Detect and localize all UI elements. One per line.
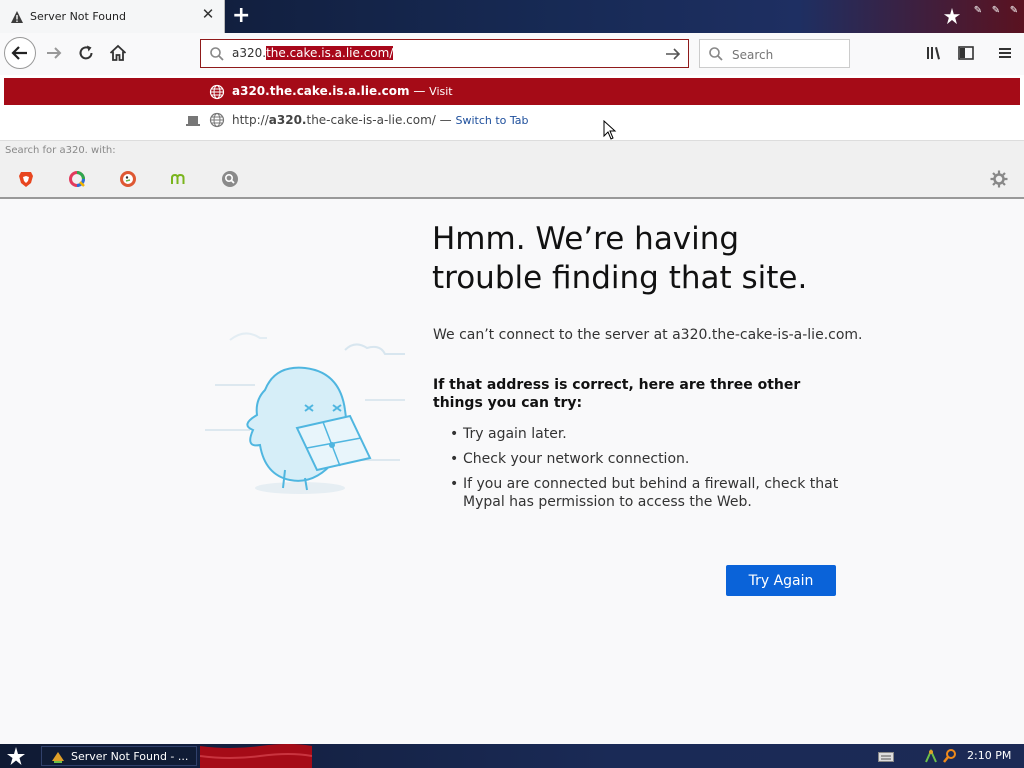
one-off-search-bar bbox=[0, 140, 1024, 197]
duckduckgo-icon[interactable] bbox=[118, 169, 138, 189]
list-item: • Check your network connection. bbox=[450, 451, 690, 467]
error-suggestions-heading: If that address is correct, here are thr… bbox=[433, 377, 801, 411]
globe-icon bbox=[209, 84, 225, 100]
url-text[interactable]: a320.the.cake.is.a.lie.com/ bbox=[232, 46, 394, 60]
clock: 2:10 PM bbox=[967, 749, 1012, 762]
search-tray-icon[interactable] bbox=[942, 748, 958, 764]
url-selected-text: the.cake.is.a.lie.com/ bbox=[266, 46, 394, 60]
back-button[interactable] bbox=[4, 37, 36, 69]
new-tab-button[interactable]: + bbox=[232, 5, 250, 27]
close-window-icon[interactable]: ✎ bbox=[1007, 4, 1021, 18]
confused-monster-illustration bbox=[205, 332, 405, 494]
browser-taskbar-icon bbox=[52, 752, 64, 763]
taskbar-item-browser[interactable]: Server Not Found - ... bbox=[41, 746, 197, 766]
search-box[interactable] bbox=[699, 39, 850, 68]
library-icon[interactable] bbox=[925, 44, 943, 62]
reload-button[interactable] bbox=[76, 43, 96, 63]
list-item: • If you are connected but behind a firew… bbox=[450, 476, 839, 510]
network-tray-icon[interactable] bbox=[924, 748, 938, 764]
error-title: Hmm. We’re having trouble finding that s… bbox=[432, 221, 808, 296]
suggestion-text: a320.the.cake.is.a.lie.com — Visit bbox=[232, 84, 453, 98]
taskbar-flag-decoration bbox=[200, 744, 312, 768]
home-button[interactable] bbox=[108, 43, 128, 63]
taskbar-item-label: Server Not Found - ... bbox=[71, 750, 189, 763]
forward-button[interactable] bbox=[44, 43, 64, 63]
gear-icon[interactable] bbox=[989, 169, 1009, 189]
tab-server-not-found[interactable]: Server Not Found ✕ bbox=[0, 0, 225, 33]
mojeek-icon[interactable] bbox=[169, 169, 189, 189]
minimize-window-icon[interactable]: ✎ bbox=[971, 4, 985, 18]
search-icon bbox=[709, 47, 723, 61]
url-prefix: a320. bbox=[232, 46, 267, 60]
qwant-icon[interactable] bbox=[67, 169, 87, 189]
back-arrow-icon bbox=[11, 46, 27, 60]
autocomplete-suggestion-visit[interactable]: a320.the.cake.is.a.lie.com — Visit bbox=[4, 78, 1020, 105]
keyboard-icon[interactable] bbox=[878, 752, 894, 762]
brave-icon[interactable] bbox=[16, 169, 36, 189]
error-suggestions-list: • Try again later. • Check your network co… bbox=[433, 425, 853, 518]
search-icon bbox=[210, 47, 224, 61]
mouse-cursor-icon bbox=[603, 120, 617, 140]
search-engine-icon[interactable] bbox=[220, 169, 240, 189]
globe-icon bbox=[209, 112, 225, 128]
search-with-label: Search for a320. with: bbox=[5, 145, 116, 156]
sidebar-icon[interactable] bbox=[957, 44, 975, 62]
start-menu-icon[interactable] bbox=[6, 746, 26, 766]
search-input[interactable] bbox=[730, 44, 846, 66]
switch-tab-icon bbox=[186, 116, 200, 126]
list-item: • Try again later. bbox=[450, 426, 567, 442]
suggestion-text: http://a320.the-cake-is-a-lie.com/ — Swi… bbox=[232, 113, 529, 127]
error-description: We can’t connect to the server at a320.t… bbox=[433, 327, 863, 343]
tab-title: Server Not Found bbox=[30, 10, 126, 23]
url-bar[interactable]: a320.the.cake.is.a.lie.com/ bbox=[200, 39, 689, 68]
menu-icon[interactable] bbox=[996, 44, 1014, 62]
mypal-star-icon bbox=[943, 7, 961, 25]
try-again-button[interactable]: Try Again bbox=[726, 565, 836, 596]
autocomplete-suggestion-switch-tab[interactable]: http://a320.the-cake-is-a-lie.com/ — Swi… bbox=[4, 107, 1020, 134]
go-arrow-icon[interactable] bbox=[664, 45, 682, 63]
maximize-window-icon[interactable]: ✎ bbox=[989, 4, 1003, 18]
tab-close-icon[interactable]: ✕ bbox=[201, 7, 215, 22]
warning-icon bbox=[11, 11, 23, 23]
